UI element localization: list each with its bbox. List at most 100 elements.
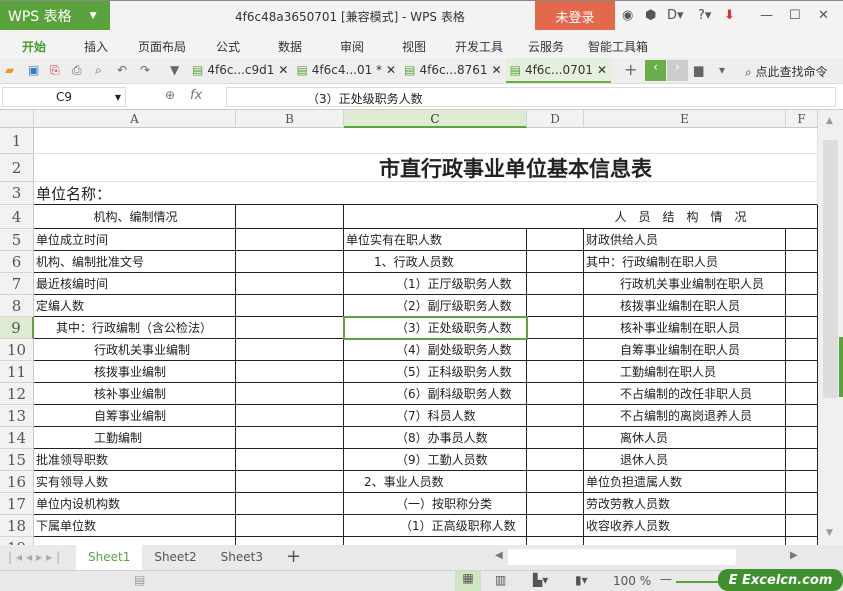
cell-E15[interactable]: 退休人员 — [584, 449, 786, 471]
cell-D18[interactable] — [527, 515, 584, 537]
cell-A17[interactable]: 单位内设机构数 — [34, 493, 236, 515]
cell-D14[interactable] — [527, 427, 584, 449]
cell-B7[interactable] — [236, 273, 344, 295]
cell-A13[interactable]: 自筹事业编制 — [34, 405, 236, 427]
cell-D6[interactable] — [527, 251, 584, 273]
cell-D5[interactable] — [527, 229, 584, 251]
cell-A6[interactable]: 机构、编制批准文号 — [34, 251, 236, 273]
help-icon[interactable]: ?▾ — [698, 8, 711, 23]
spreadsheet-grid[interactable]: A B C D E F 1 2 3 4 5 单位成立时间 单位实有在职人数 财政供给人员 6 机构、编制批准文… — [0, 110, 818, 545]
cell-E12[interactable]: 不占编制的改任非职人员 — [584, 383, 786, 405]
cell-F18[interactable] — [786, 515, 818, 537]
row-header-17[interactable]: 17 — [0, 493, 34, 515]
horizontal-scrollbar[interactable] — [508, 549, 736, 565]
cell-D17[interactable] — [527, 493, 584, 515]
cell-B19[interactable] — [236, 537, 344, 545]
cell-E17[interactable]: 劳改劳教人员数 — [584, 493, 786, 515]
cell-B10[interactable] — [236, 339, 344, 361]
formula-input[interactable]: （3）正处级职务人数 — [226, 87, 836, 107]
close-tab-icon[interactable]: ✕ — [278, 63, 288, 78]
row-header-6[interactable]: 6 — [0, 251, 34, 273]
cell-C14[interactable]: （8）办事员人数 — [344, 427, 527, 449]
cell-E16[interactable]: 单位负担遗属人数 — [584, 471, 786, 493]
name-box[interactable]: C9 ▼ — [2, 87, 126, 107]
row-header-3[interactable]: 3 — [0, 182, 34, 205]
cell-A11[interactable]: 核拨事业编制 — [34, 361, 236, 383]
menu-tab[interactable]: 开发工具 — [455, 38, 503, 55]
add-sheet-button[interactable]: + — [286, 546, 301, 567]
menu-tab[interactable]: 公式 — [216, 38, 240, 55]
tab-scroll-left-button[interactable]: ‹ — [645, 60, 666, 81]
cell-D16[interactable] — [527, 471, 584, 493]
menu-tab[interactable]: 开始 — [22, 38, 46, 55]
cell-A12[interactable]: 核补事业编制 — [34, 383, 236, 405]
cell-A8[interactable]: 定编人数 — [34, 295, 236, 317]
column-header-F[interactable]: F — [786, 110, 818, 128]
section-left-header[interactable]: 机构、编制情况 — [34, 205, 236, 229]
scroll-up-icon[interactable]: ▲ — [826, 116, 833, 126]
document-tab[interactable]: ▤ 4f6c...0701 ✕ — [505, 58, 612, 83]
close-tab-icon[interactable]: ✕ — [492, 63, 502, 78]
cell-C15[interactable]: （9）工勤人员数 — [344, 449, 527, 471]
cell-C8[interactable]: （2）副厅级职务人数 — [344, 295, 527, 317]
cell-B14[interactable] — [236, 427, 344, 449]
row-header-4[interactable]: 4 — [0, 205, 34, 229]
cell-C11[interactable]: （5）正科级职务人数 — [344, 361, 527, 383]
cell-C19[interactable] — [344, 537, 527, 545]
cell-B5[interactable] — [236, 229, 344, 251]
cell-D7[interactable] — [527, 273, 584, 295]
cell-F15[interactable] — [786, 449, 818, 471]
column-header-C[interactable]: C — [344, 110, 527, 128]
select-all-corner[interactable] — [0, 110, 34, 128]
column-header-D[interactable]: D — [527, 110, 584, 128]
cell-B16[interactable] — [236, 471, 344, 493]
row-header-16[interactable]: 16 — [0, 471, 34, 493]
cell-A7[interactable]: 最近核编时间 — [34, 273, 236, 295]
cell-F9[interactable] — [786, 317, 818, 339]
cell-E10[interactable]: 自筹事业编制在职人员 — [584, 339, 786, 361]
undo-icon[interactable]: ↶ — [117, 63, 127, 77]
minimize-button[interactable]: — — [760, 8, 773, 23]
cell-F8[interactable] — [786, 295, 818, 317]
cell-B12[interactable] — [236, 383, 344, 405]
row-header-11[interactable]: 11 — [0, 361, 34, 383]
cell-D9[interactable] — [527, 317, 584, 339]
cell-A18[interactable]: 下属单位数 — [34, 515, 236, 537]
search-command[interactable]: ⌕ 点此查找命令 — [745, 63, 828, 80]
tab-scroll-right-button[interactable]: › — [667, 60, 688, 81]
scroll-down-icon[interactable]: ▼ — [826, 528, 833, 538]
cell-C6[interactable]: 1、行政人员数 — [344, 251, 527, 273]
cell-F10[interactable] — [786, 339, 818, 361]
cell-F12[interactable] — [786, 383, 818, 405]
row-header-15[interactable]: 15 — [0, 449, 34, 471]
close-tab-icon[interactable]: ✕ — [597, 63, 607, 77]
column-header-B[interactable]: B — [236, 110, 344, 128]
cell-E6[interactable]: 其中：行政编制在职人员 — [584, 251, 786, 273]
cell-C16[interactable]: 2、事业人员数 — [344, 471, 527, 493]
print-preview-icon[interactable]: ⌕ — [95, 63, 102, 78]
cell-D15[interactable] — [527, 449, 584, 471]
cell-E19[interactable] — [584, 537, 786, 545]
maximize-button[interactable]: ☐ — [789, 8, 801, 23]
cell-D13[interactable] — [527, 405, 584, 427]
sheet-list-icon[interactable]: ▤ — [134, 573, 145, 587]
customize-dropdown-icon[interactable]: ▼ — [170, 63, 179, 77]
print-icon[interactable]: ⎙ — [72, 63, 82, 78]
cell-C13[interactable]: （7）科员人数 — [344, 405, 527, 427]
sheet-tab-sheet2[interactable]: Sheet2 — [142, 545, 208, 570]
sheet-tab-sheet1[interactable]: Sheet1 — [76, 545, 143, 570]
cell-A19[interactable] — [34, 537, 236, 545]
cell-E8[interactable]: 核拨事业编制在职人员 — [584, 295, 786, 317]
document-tab[interactable]: ▤ 4f6c...c9d1 ✕ — [188, 58, 292, 83]
cell-B4[interactable] — [236, 205, 344, 229]
cell-E18[interactable]: 收容收养人员数 — [584, 515, 786, 537]
scroll-right-icon[interactable]: ▶ — [790, 550, 798, 561]
filter-icon[interactable]: ▾ — [719, 63, 725, 77]
normal-view-icon[interactable]: ▦ — [455, 571, 481, 591]
cell-F19[interactable] — [786, 537, 818, 545]
cell-B8[interactable] — [236, 295, 344, 317]
export-pdf-icon[interactable]: ⎘ — [50, 63, 60, 78]
cell-E5[interactable]: 财政供给人员 — [584, 229, 786, 251]
cell-B17[interactable] — [236, 493, 344, 515]
document-tab[interactable]: ▤ 4f6c4...01 * ✕ — [292, 58, 400, 83]
